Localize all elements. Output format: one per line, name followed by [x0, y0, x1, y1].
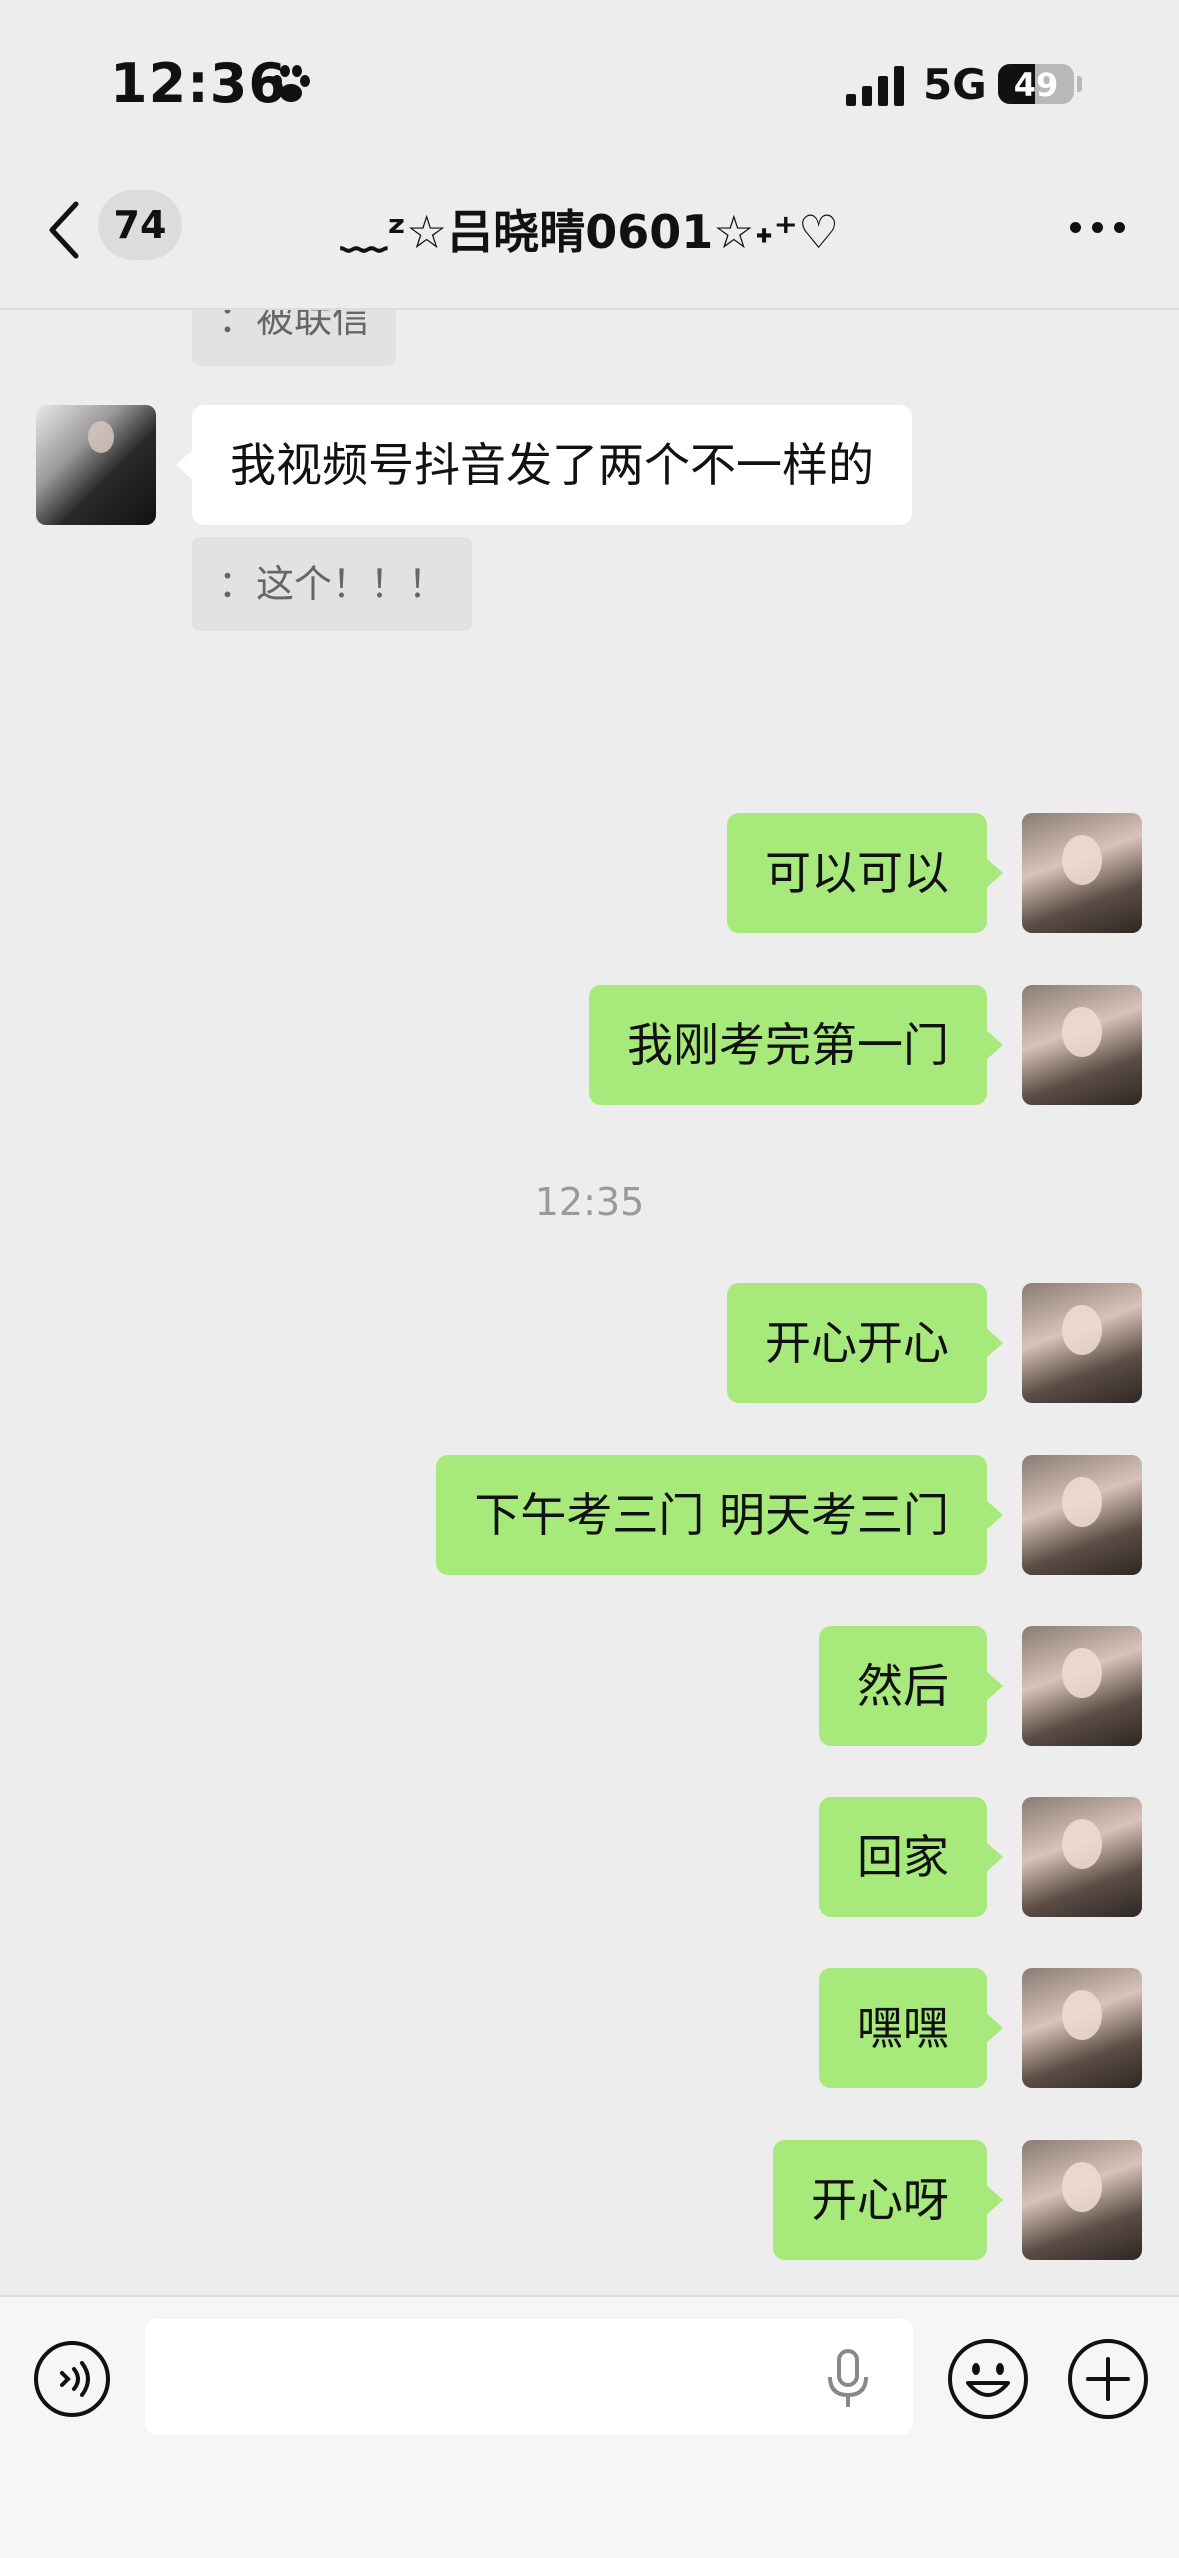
quoted-message[interactable]: ：这个！！！ [192, 537, 473, 631]
outgoing-message[interactable]: 我刚考完第一门 [589, 985, 1003, 1105]
status-time: 12:36 [110, 52, 287, 115]
paw-icon [272, 65, 310, 102]
my-avatar[interactable] [1022, 1283, 1142, 1403]
outgoing-message[interactable]: 可以可以 [727, 813, 1003, 933]
quoted-message[interactable]: ：被联信 [192, 310, 397, 366]
outgoing-message[interactable]: 下午考三门 明天考三门 [436, 1455, 1003, 1575]
plus-icon[interactable] [1066, 2337, 1150, 2421]
message-input[interactable] [145, 2319, 913, 2435]
outgoing-message[interactable]: 嘿嘿 [819, 1968, 1003, 2088]
outgoing-message[interactable]: 然后 [819, 1626, 1003, 1746]
my-avatar[interactable] [1022, 1626, 1142, 1746]
chat-area[interactable]: ：被联信 我视频号抖音发了两个不一样的 ：这个！！！ 可以可以 我刚考完第一门 … [0, 310, 1179, 2295]
message-timestamp: 12:35 [534, 1180, 645, 1224]
my-avatar[interactable] [1022, 813, 1142, 933]
my-avatar[interactable] [1022, 985, 1142, 1105]
chat-title: ﹏ᶻ☆吕晓晴0601☆˖⁺♡ [340, 205, 840, 259]
status-bar: 12:36 5G 49 [0, 0, 1179, 150]
battery-indicator: 49 [998, 64, 1074, 104]
outgoing-message[interactable]: 开心开心 [727, 1283, 1003, 1403]
my-avatar[interactable] [1022, 1797, 1142, 1917]
my-avatar[interactable] [1022, 1455, 1142, 1575]
battery-level: 49 [1013, 66, 1059, 104]
battery-tip [1077, 76, 1082, 92]
more-icon[interactable] [1070, 222, 1126, 234]
voice-icon[interactable] [32, 2339, 112, 2419]
unread-badge[interactable]: 74 [98, 190, 182, 260]
signal-icon [846, 66, 904, 106]
outgoing-message[interactable]: 开心呀 [773, 2140, 1003, 2260]
my-avatar[interactable] [1022, 2140, 1142, 2260]
outgoing-message[interactable]: 回家 [819, 1797, 1003, 1917]
my-avatar[interactable] [1022, 1968, 1142, 2088]
emoji-icon[interactable] [946, 2337, 1030, 2421]
back-icon[interactable] [44, 200, 84, 260]
nav-bar: 74 ﹏ᶻ☆吕晓晴0601☆˖⁺♡ [0, 150, 1179, 310]
mic-icon[interactable] [826, 2349, 870, 2409]
network-label: 5G [923, 60, 987, 109]
incoming-message[interactable]: 我视频号抖音发了两个不一样的 [176, 405, 912, 525]
input-bar [0, 2295, 1179, 2558]
peer-avatar[interactable] [36, 405, 156, 525]
